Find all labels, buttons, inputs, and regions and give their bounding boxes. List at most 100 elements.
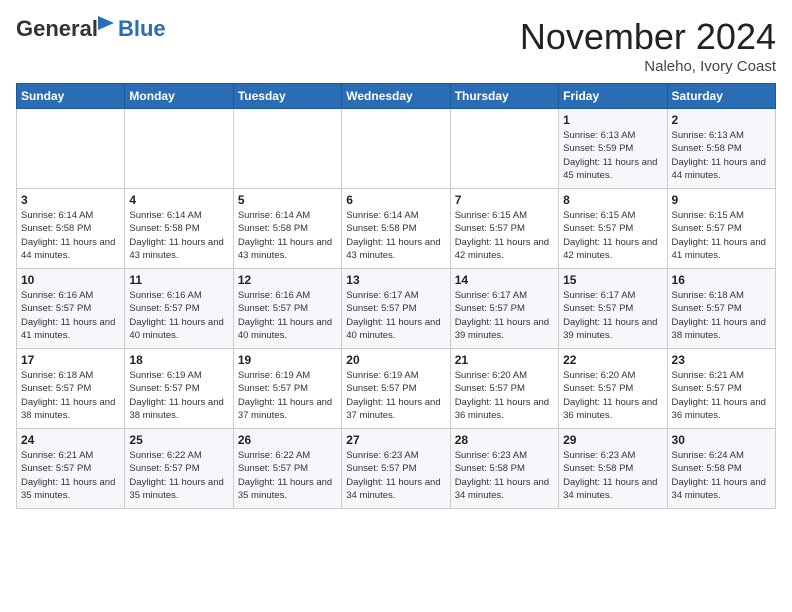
calendar-cell: 22Sunrise: 6:20 AMSunset: 5:57 PMDayligh… — [559, 349, 667, 429]
day-number: 5 — [238, 193, 337, 207]
calendar-cell: 26 Sunrise: 6:22 AMSunset: 5:57 PMDayligh… — [233, 429, 341, 509]
calendar-cell: 5 Sunrise: 6:14 AMSunset: 5:58 PMDaylight… — [233, 189, 341, 269]
calendar-cell: 24 Sunrise: 6:21 AMSunset: 5:57 PMDayligh… — [17, 429, 125, 509]
day-number: 3 — [21, 193, 120, 207]
day-info: Sunrise: 6:22 AMSunset: 5:57 PMDaylight:… — [129, 449, 228, 502]
calendar-cell: 12Sunrise: 6:16 AMSunset: 5:57 PMDayligh… — [233, 269, 341, 349]
calendar-cell: 1 Sunrise: 6:13 AMSunset: 5:59 PMDaylight… — [559, 109, 667, 189]
logo: General Blue — [16, 16, 166, 42]
day-number: 2 — [672, 113, 771, 127]
day-number: 13 — [346, 273, 445, 287]
calendar-week-1: 1 Sunrise: 6:13 AMSunset: 5:59 PMDaylight… — [17, 109, 776, 189]
day-info: Sunrise: 6:16 AMSunset: 5:57 PMDaylight:… — [21, 289, 120, 342]
day-number: 29 — [563, 433, 662, 447]
weekday-header-sunday: Sunday — [17, 84, 125, 109]
calendar-cell: 30 Sunrise: 6:24 AMSunset: 5:58 PMDayligh… — [667, 429, 775, 509]
calendar-week-3: 10 Sunrise: 6:16 AMSunset: 5:57 PMDayligh… — [17, 269, 776, 349]
day-info: Sunrise: 6:16 AMSunset: 5:57 PMDaylight:… — [129, 289, 228, 342]
day-number: 12 — [238, 273, 337, 287]
day-info: Sunrise: 6:14 AMSunset: 5:58 PMDaylight:… — [346, 209, 445, 262]
calendar-cell: 7 Sunrise: 6:15 AMSunset: 5:57 PMDaylight… — [450, 189, 558, 269]
day-number: 20 — [346, 353, 445, 367]
calendar-cell: 20 Sunrise: 6:19 AMSunset: 5:57 PMDayligh… — [342, 349, 450, 429]
calendar-cell: 9 Sunrise: 6:15 AMSunset: 5:57 PMDaylight… — [667, 189, 775, 269]
calendar-cell: 15Sunrise: 6:17 AMSunset: 5:57 PMDayligh… — [559, 269, 667, 349]
day-number: 7 — [455, 193, 554, 207]
weekday-header-monday: Monday — [125, 84, 233, 109]
day-number: 25 — [129, 433, 228, 447]
day-number: 8 — [563, 193, 662, 207]
day-number: 30 — [672, 433, 771, 447]
page-header: General Blue November 2024 Naleho, Ivory… — [16, 16, 776, 75]
calendar-cell: 29 Sunrise: 6:23 AMSunset: 5:58 PMDayligh… — [559, 429, 667, 509]
day-number: 6 — [346, 193, 445, 207]
day-info: Sunrise: 6:20 AMSunset: 5:57 PMDaylight:… — [455, 369, 554, 422]
calendar-cell: 25 Sunrise: 6:22 AMSunset: 5:57 PMDayligh… — [125, 429, 233, 509]
calendar-cell: 19 Sunrise: 6:19 AMSunset: 5:57 PMDayligh… — [233, 349, 341, 429]
day-info: Sunrise: 6:14 AMSunset: 5:58 PMDaylight:… — [129, 209, 228, 262]
calendar-cell: 8 Sunrise: 6:15 AMSunset: 5:57 PMDaylight… — [559, 189, 667, 269]
day-info: Sunrise: 6:18 AMSunset: 5:57 PMDaylight:… — [21, 369, 120, 422]
day-number: 9 — [672, 193, 771, 207]
day-number: 1 — [563, 113, 662, 127]
day-info: Sunrise: 6:19 AMSunset: 5:57 PMDaylight:… — [346, 369, 445, 422]
day-number: 19 — [238, 353, 337, 367]
day-info: Sunrise: 6:13 AMSunset: 5:59 PMDaylight:… — [563, 129, 662, 182]
calendar-cell — [125, 109, 233, 189]
calendar-week-4: 17 Sunrise: 6:18 AMSunset: 5:57 PMDayligh… — [17, 349, 776, 429]
weekday-header-tuesday: Tuesday — [233, 84, 341, 109]
weekday-header-friday: Friday — [559, 84, 667, 109]
day-number: 4 — [129, 193, 228, 207]
calendar-cell: 6 Sunrise: 6:14 AMSunset: 5:58 PMDaylight… — [342, 189, 450, 269]
day-number: 10 — [21, 273, 120, 287]
calendar-week-5: 24 Sunrise: 6:21 AMSunset: 5:57 PMDayligh… — [17, 429, 776, 509]
day-number: 14 — [455, 273, 554, 287]
day-number: 21 — [455, 353, 554, 367]
calendar-cell: 21 Sunrise: 6:20 AMSunset: 5:57 PMDayligh… — [450, 349, 558, 429]
day-info: Sunrise: 6:15 AMSunset: 5:57 PMDaylight:… — [672, 209, 771, 262]
day-info: Sunrise: 6:17 AMSunset: 5:57 PMDaylight:… — [455, 289, 554, 342]
calendar-body: 1 Sunrise: 6:13 AMSunset: 5:59 PMDaylight… — [17, 109, 776, 509]
calendar-cell — [17, 109, 125, 189]
day-info: Sunrise: 6:17 AMSunset: 5:57 PMDaylight:… — [563, 289, 662, 342]
weekday-header-wednesday: Wednesday — [342, 84, 450, 109]
day-info: Sunrise: 6:20 AMSunset: 5:57 PMDaylight:… — [563, 369, 662, 422]
day-number: 26 — [238, 433, 337, 447]
calendar-cell — [233, 109, 341, 189]
day-number: 24 — [21, 433, 120, 447]
calendar-cell: 10 Sunrise: 6:16 AMSunset: 5:57 PMDayligh… — [17, 269, 125, 349]
day-info: Sunrise: 6:22 AMSunset: 5:57 PMDaylight:… — [238, 449, 337, 502]
day-info: Sunrise: 6:21 AMSunset: 5:57 PMDaylight:… — [21, 449, 120, 502]
day-number: 27 — [346, 433, 445, 447]
day-info: Sunrise: 6:15 AMSunset: 5:57 PMDaylight:… — [455, 209, 554, 262]
title-block: November 2024 Naleho, Ivory Coast — [520, 16, 776, 75]
calendar-cell: 27 Sunrise: 6:23 AMSunset: 5:57 PMDayligh… — [342, 429, 450, 509]
day-info: Sunrise: 6:23 AMSunset: 5:57 PMDaylight:… — [346, 449, 445, 502]
calendar-cell — [450, 109, 558, 189]
month-title: November 2024 — [520, 16, 776, 58]
day-info: Sunrise: 6:15 AMSunset: 5:57 PMDaylight:… — [563, 209, 662, 262]
logo-blue: Blue — [118, 16, 166, 42]
calendar-cell: 2Sunrise: 6:13 AMSunset: 5:58 PMDaylight… — [667, 109, 775, 189]
weekday-header-thursday: Thursday — [450, 84, 558, 109]
calendar-cell: 14 Sunrise: 6:17 AMSunset: 5:57 PMDayligh… — [450, 269, 558, 349]
day-info: Sunrise: 6:23 AMSunset: 5:58 PMDaylight:… — [455, 449, 554, 502]
day-number: 23 — [672, 353, 771, 367]
day-info: Sunrise: 6:19 AMSunset: 5:57 PMDaylight:… — [238, 369, 337, 422]
calendar-cell: 23Sunrise: 6:21 AMSunset: 5:57 PMDayligh… — [667, 349, 775, 429]
day-info: Sunrise: 6:14 AMSunset: 5:58 PMDaylight:… — [238, 209, 337, 262]
calendar-cell: 3 Sunrise: 6:14 AMSunset: 5:58 PMDaylight… — [17, 189, 125, 269]
day-info: Sunrise: 6:23 AMSunset: 5:58 PMDaylight:… — [563, 449, 662, 502]
calendar-cell: 11Sunrise: 6:16 AMSunset: 5:57 PMDayligh… — [125, 269, 233, 349]
calendar-cell: 4 Sunrise: 6:14 AMSunset: 5:58 PMDaylight… — [125, 189, 233, 269]
day-number: 17 — [21, 353, 120, 367]
day-number: 28 — [455, 433, 554, 447]
day-info: Sunrise: 6:24 AMSunset: 5:58 PMDaylight:… — [672, 449, 771, 502]
day-info: Sunrise: 6:19 AMSunset: 5:57 PMDaylight:… — [129, 369, 228, 422]
weekday-header-saturday: Saturday — [667, 84, 775, 109]
calendar-cell: 18 Sunrise: 6:19 AMSunset: 5:57 PMDayligh… — [125, 349, 233, 429]
day-info: Sunrise: 6:18 AMSunset: 5:57 PMDaylight:… — [672, 289, 771, 342]
day-number: 18 — [129, 353, 228, 367]
calendar-cell: 16Sunrise: 6:18 AMSunset: 5:57 PMDayligh… — [667, 269, 775, 349]
day-info: Sunrise: 6:14 AMSunset: 5:58 PMDaylight:… — [21, 209, 120, 262]
